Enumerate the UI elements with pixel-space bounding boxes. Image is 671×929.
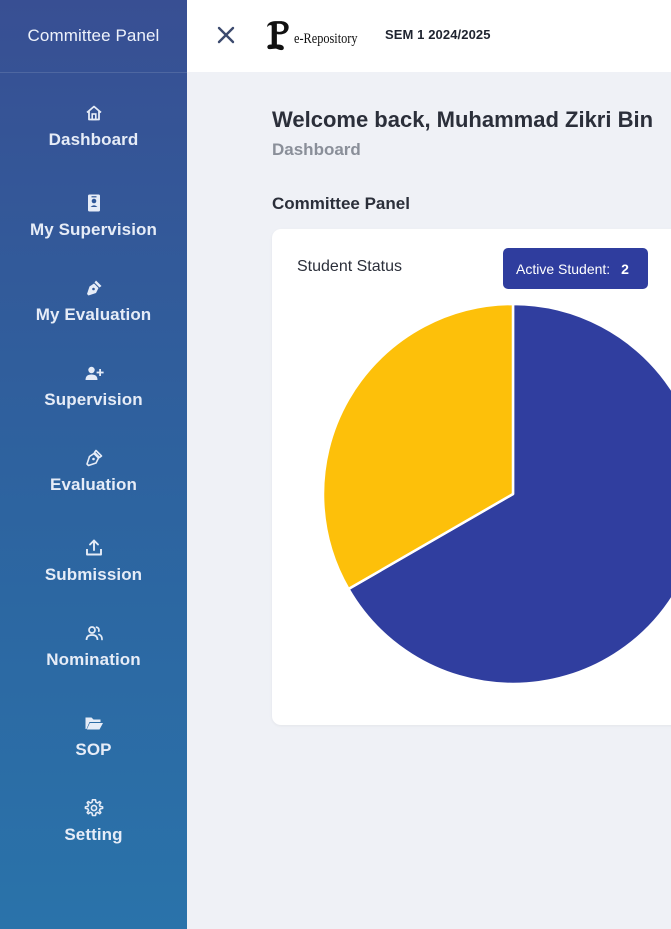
gear-icon — [84, 798, 104, 818]
student-status-card: Student Status Active Student: 2 — [272, 229, 671, 725]
sidebar-title: Committee Panel — [0, 0, 187, 73]
user-plus-icon — [84, 363, 104, 383]
sidebar-item-label: SOP — [75, 740, 112, 759]
card-title: Student Status — [297, 258, 402, 275]
badge-count: 2 — [621, 260, 629, 277]
logo-text: e-Repository — [293, 30, 358, 47]
sidebar-item-evaluation[interactable]: Evaluation — [0, 448, 187, 495]
sidebar: Committee Panel Dashboard My Supervision… — [0, 0, 187, 929]
sidebar-item-label: Submission — [44, 565, 143, 584]
sidebar-item-label: Evaluation — [50, 475, 137, 494]
sidebar-item-label: Dashboard — [48, 130, 139, 149]
home-icon — [84, 103, 104, 123]
logo-mark-icon — [267, 21, 289, 51]
upload-icon — [84, 538, 104, 558]
sidebar-item-label: Supervision — [44, 390, 143, 409]
breadcrumb: Dashboard — [272, 140, 361, 159]
sidebar-item-label: My Supervision — [29, 220, 158, 239]
active-student-badge[interactable]: Active Student: 2 — [503, 248, 648, 289]
sidebar-item-my-evaluation[interactable]: My Evaluation — [0, 278, 187, 325]
section-title: Committee Panel — [272, 194, 410, 213]
pen-nib-icon — [84, 278, 104, 298]
id-badge-icon — [84, 193, 104, 213]
sidebar-item-label: My Evaluation — [35, 305, 152, 324]
app-logo[interactable]: e-Repository — [263, 16, 371, 54]
sidebar-item-nomination[interactable]: Nomination — [0, 623, 187, 670]
sidebar-item-label: Setting — [64, 825, 123, 844]
close-icon[interactable] — [213, 22, 239, 48]
top-bar: e-Repository SEM 1 2024/2025 — [187, 0, 671, 72]
sidebar-item-supervision[interactable]: Supervision — [0, 363, 187, 410]
folder-open-icon — [84, 713, 104, 733]
sidebar-item-label: Nomination — [46, 650, 141, 669]
pen-nib-outline-icon — [84, 448, 104, 468]
sidebar-item-setting[interactable]: Setting — [0, 798, 187, 845]
badge-label: Active Student: — [516, 260, 611, 277]
sidebar-item-my-supervision[interactable]: My Supervision — [0, 193, 187, 240]
student-status-pie-chart[interactable] — [272, 229, 671, 725]
page-title: Welcome back, Muhammad Zikri Bin — [272, 107, 654, 132]
sidebar-item-dashboard[interactable]: Dashboard — [0, 103, 187, 150]
semester-label: SEM 1 2024/2025 — [385, 27, 491, 42]
users-icon — [84, 623, 104, 643]
sidebar-item-sop[interactable]: SOP — [0, 713, 187, 760]
sidebar-item-submission[interactable]: Submission — [0, 538, 187, 585]
